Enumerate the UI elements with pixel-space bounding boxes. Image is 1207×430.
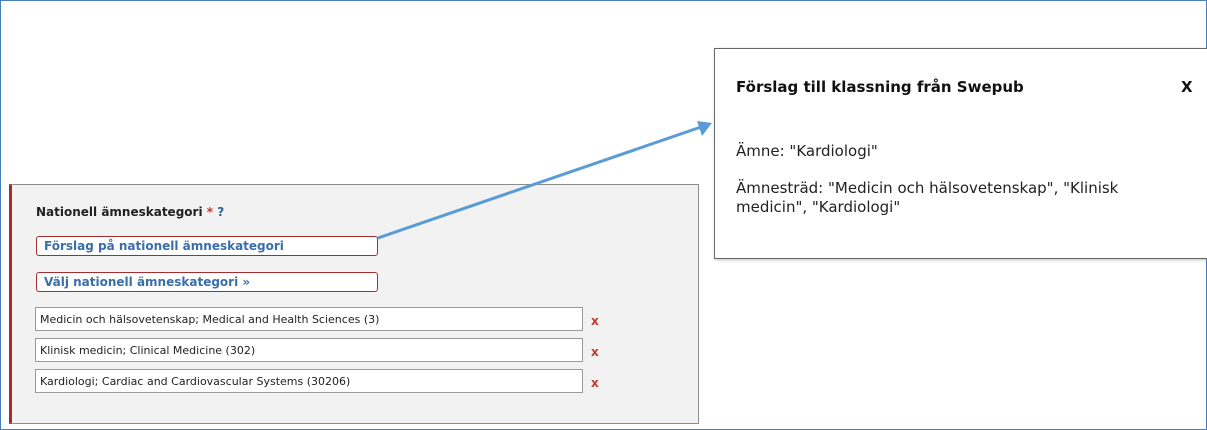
close-icon[interactable]: X	[1181, 78, 1193, 96]
suggested-subject: Ämne: "Kardiologi"	[736, 142, 878, 160]
remove-category-button[interactable]: x	[591, 345, 599, 359]
suggest-category-button[interactable]: Förslag på nationell ämneskategori	[36, 236, 378, 256]
category-row: Klinisk medicin; Clinical Medicine (302)	[35, 338, 583, 362]
category-row: Kardiologi; Cardiac and Cardiovascular S…	[35, 369, 583, 393]
field-heading: Nationell ämneskategori * ?	[36, 205, 224, 219]
remove-category-button[interactable]: x	[591, 376, 599, 390]
subject-category-panel: Nationell ämneskategori * ? Förslag på n…	[9, 184, 699, 424]
popup-title: Förslag till klassning från Swepub	[736, 78, 1024, 96]
remove-category-button[interactable]: x	[591, 314, 599, 328]
required-marker: *	[206, 205, 214, 219]
help-link[interactable]: ?	[217, 205, 224, 219]
suggested-subject-tree: Ämnesträd: "Medicin och hälsovetenskap",…	[736, 179, 1119, 216]
field-heading-label: Nationell ämneskategori	[36, 205, 203, 219]
swepub-suggestion-popup: Förslag till klassning från Swepub X Ämn…	[714, 48, 1207, 259]
category-row: Medicin och hälsovetenskap; Medical and …	[35, 307, 583, 331]
choose-category-button[interactable]: Välj nationell ämneskategori »	[36, 272, 378, 292]
